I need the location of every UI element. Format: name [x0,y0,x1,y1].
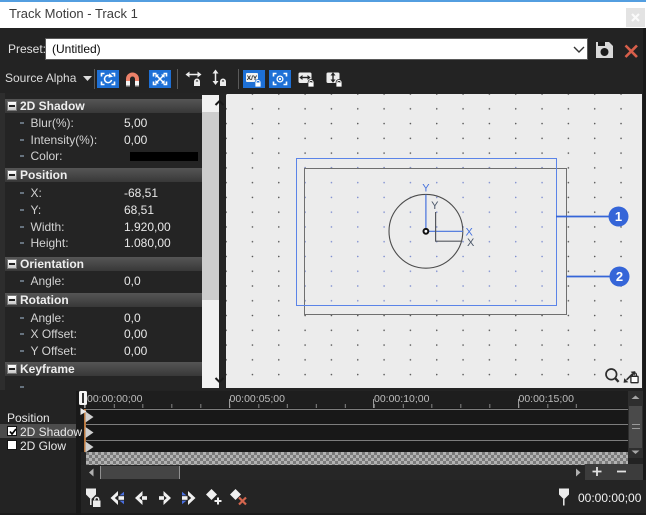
svg-text:Y: Y [422,183,430,195]
svg-text:2: 2 [616,269,623,284]
svg-text:X: X [467,237,475,249]
svg-text:1: 1 [615,209,622,224]
svg-text:Y: Y [431,200,439,212]
